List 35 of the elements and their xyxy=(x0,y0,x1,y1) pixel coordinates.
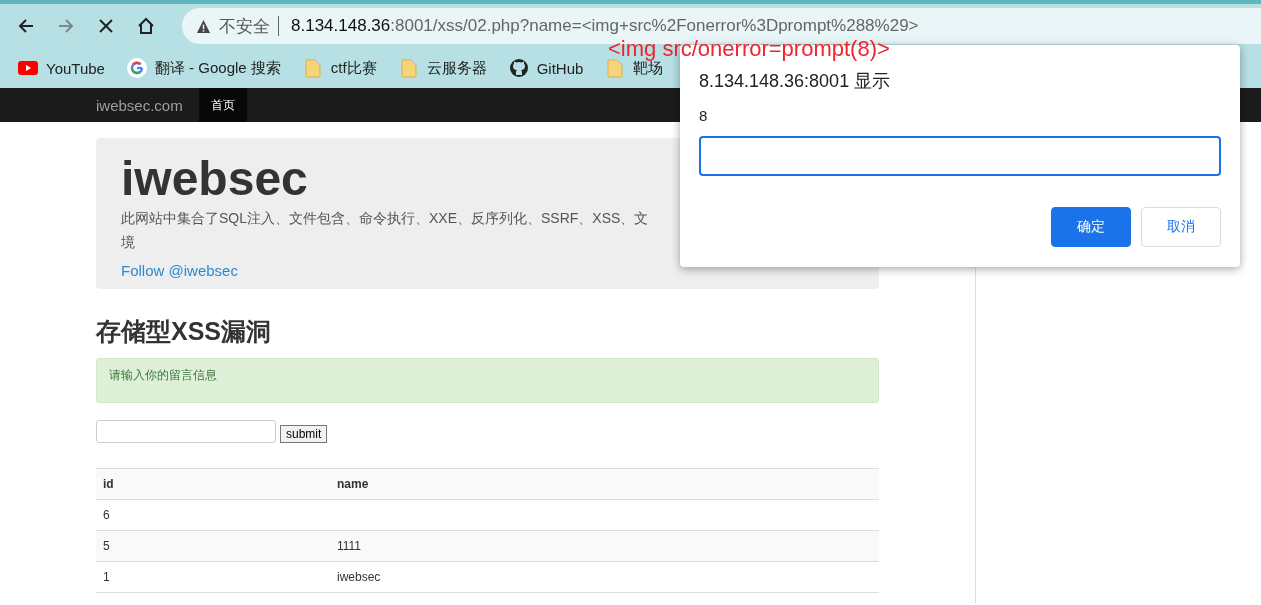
google-icon xyxy=(126,58,147,78)
site-brand[interactable]: iwebsec.com xyxy=(96,96,183,114)
url-text: 8.134.148.36:8001/xss/02.php?name=<img+src%2Fonerror%3Dprompt%288%29> xyxy=(291,16,919,36)
folder-icon xyxy=(398,58,419,78)
dialog-title: 8.134.148.36:8001 显示 xyxy=(699,70,892,93)
table-cell: 1111 xyxy=(337,539,362,553)
play-icon xyxy=(18,58,38,78)
description-text: 境 xyxy=(121,233,136,252)
table-cell: 1 xyxy=(103,570,110,584)
home-icon[interactable] xyxy=(136,16,156,36)
table-cell: 6 xyxy=(103,508,110,522)
nav-item[interactable]: 首页 xyxy=(198,88,247,122)
site-title: iwebsec xyxy=(121,152,309,206)
column-header: name xyxy=(330,468,879,500)
bookmark[interactable]: 云服务器 xyxy=(398,58,487,78)
cancel-button[interactable]: 取消 xyxy=(1141,207,1221,247)
message-input[interactable] xyxy=(96,420,276,443)
dialog-message: 8 xyxy=(699,107,709,124)
bookmark[interactable]: ctf比赛 xyxy=(302,58,377,78)
column-header: id xyxy=(96,468,330,500)
github-icon xyxy=(508,58,529,78)
warning-icon xyxy=(196,18,211,34)
prompt-input[interactable] xyxy=(699,136,1221,176)
folder-icon xyxy=(302,58,323,78)
section-heading: 存储型XSS漏洞 xyxy=(96,316,273,347)
bookmark[interactable]: YouTube xyxy=(18,58,105,78)
info-alert: 请输入你的留言信息 xyxy=(96,358,879,403)
ok-button[interactable]: 确定 xyxy=(1051,207,1131,247)
bookmark[interactable]: GitHub xyxy=(508,58,584,78)
submit-button[interactable]: submit xyxy=(280,425,328,443)
table-cell: iwebsec xyxy=(337,570,381,584)
description-text: 此网站中集合了SQL注入、文件包含、命令执行、XXE、反序列化、SSRF、XSS、文 xyxy=(121,209,650,228)
table-cell: 5 xyxy=(103,539,110,553)
security-label: 不安全 xyxy=(219,15,270,38)
bookmark[interactable]: 翻译 - Google 搜索 xyxy=(126,58,281,78)
